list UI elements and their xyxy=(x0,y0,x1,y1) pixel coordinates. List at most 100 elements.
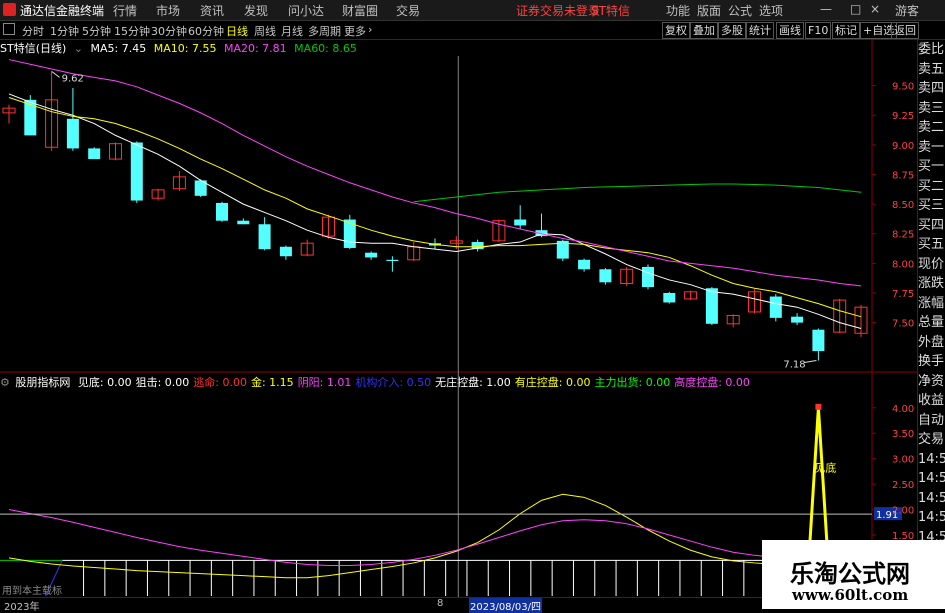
crosshair-date: 2023/08/03/四 xyxy=(469,598,543,613)
quote-panel-row[interactable]: 交易 xyxy=(918,430,945,450)
menu-quotes[interactable]: 行情 xyxy=(113,2,137,19)
quote-panel-row[interactable]: 买三 xyxy=(918,196,945,216)
price-tick-label: 8.50 xyxy=(892,200,914,211)
price-tick-label: 8.75 xyxy=(892,170,914,181)
overlay-button[interactable]: 叠加 xyxy=(690,22,718,39)
indicator-value-8: 主力出货: 0.00 xyxy=(594,376,671,389)
tab-period-multi[interactable]: 多周期 xyxy=(308,23,341,39)
menu-wealth[interactable]: 财富圈 xyxy=(342,2,378,19)
quote-panel-row[interactable]: 换手 xyxy=(918,352,945,372)
quote-panel-row[interactable]: 卖一 xyxy=(918,138,945,158)
indicator-value-6: 无庄控盘: 1.00 xyxy=(435,376,511,389)
chevron-right-icon[interactable]: › xyxy=(368,23,372,36)
indicator-title: 股朋指标网 xyxy=(15,376,71,389)
menu-ask[interactable]: 问小达 xyxy=(288,2,324,19)
tab-period-15min[interactable]: 15分钟 xyxy=(114,23,150,39)
tab-period-more[interactable]: 更多 xyxy=(344,23,366,39)
candle-up xyxy=(854,306,868,334)
close-icon[interactable]: × xyxy=(870,2,880,16)
candle-down xyxy=(216,202,228,221)
adjust-button[interactable]: 复权 xyxy=(662,22,690,39)
multi-stock-button[interactable]: 多股 xyxy=(718,22,746,39)
mark-button[interactable]: 标记 xyxy=(832,22,860,39)
tab-period-fenshi[interactable]: 分时 xyxy=(22,23,44,39)
quote-panel-row[interactable]: 卖三 xyxy=(918,99,945,119)
candle-up xyxy=(109,143,122,160)
quote-panel-row[interactable]: 总量 xyxy=(918,313,945,333)
settings-icon[interactable]: ⚙ xyxy=(0,376,10,389)
candle-up xyxy=(322,216,335,237)
menu-function[interactable]: 功能 xyxy=(666,2,690,19)
main-chart-info: ST特信(日线) ⌄ MA5: 7.45 MA10: 7.55 MA20: 7.… xyxy=(0,40,361,56)
quote-panel-row[interactable]: 自动 xyxy=(918,411,945,431)
login-notice[interactable]: 证券交易未登录 xyxy=(516,2,600,19)
candle-up xyxy=(833,299,847,333)
menu-discover[interactable]: 发现 xyxy=(244,2,268,19)
candle-down xyxy=(24,99,37,136)
draw-button[interactable]: 画线 xyxy=(776,22,804,39)
toggle-icon[interactable] xyxy=(3,23,15,35)
quote-panel-row[interactable]: 卖四 xyxy=(918,79,945,99)
f10-button[interactable]: F10 xyxy=(805,22,832,39)
indicator-value-4: 阴阳: 1.01 xyxy=(297,376,352,389)
quote-panel-row[interactable]: 14:56 xyxy=(918,450,945,470)
tab-period-5min[interactable]: 5分钟 xyxy=(82,23,111,39)
tab-period-weekly[interactable]: 周线 xyxy=(254,23,276,39)
menu-news[interactable]: 资讯 xyxy=(200,2,224,19)
menu-trade[interactable]: 交易 xyxy=(396,2,420,19)
quote-panel-row[interactable]: 14:56 xyxy=(918,508,945,528)
candle-down xyxy=(663,292,676,303)
quote-panel-row[interactable]: 卖五 xyxy=(918,60,945,80)
quote-panel-row[interactable]: 卖二 xyxy=(918,118,945,138)
menu-options[interactable]: 选项 xyxy=(759,2,783,19)
ind-tick-label: 2.50 xyxy=(892,480,914,491)
quote-panel-row[interactable]: 现价 xyxy=(918,255,945,275)
price-tick-label: 9.50 xyxy=(892,82,914,93)
quote-panel-row[interactable]: 买五 xyxy=(918,235,945,255)
price-tick-label: 9.00 xyxy=(892,141,914,152)
tab-period-30min[interactable]: 30分钟 xyxy=(151,23,187,39)
price-tick-label: 8.25 xyxy=(892,230,914,241)
tab-period-daily[interactable]: 日线 xyxy=(226,23,248,39)
minimize-icon[interactable]: — xyxy=(820,2,832,16)
indicator-value-2: 逃命: 0.00 xyxy=(193,376,247,389)
candle-down xyxy=(769,296,782,318)
quote-panel-row[interactable]: 买四 xyxy=(918,216,945,236)
quote-panel-row[interactable]: 净资 xyxy=(918,372,945,392)
quote-panel-row[interactable]: 涨跌 xyxy=(918,274,945,294)
candle-down xyxy=(514,219,527,226)
guest-label[interactable]: 游客 xyxy=(895,2,919,19)
stats-button[interactable]: 统计 xyxy=(746,22,774,39)
candle-down xyxy=(365,252,378,258)
quote-panel-row[interactable]: 买一 xyxy=(918,157,945,177)
back-button[interactable]: 返回 xyxy=(891,22,919,39)
quote-panel-row[interactable]: 14:56 xyxy=(918,469,945,489)
indicator-info: ⚙ 股朋指标网 见底: 0.00 狙击: 0.00 逃命: 0.00 金: 1.15 阴… xyxy=(0,374,758,390)
current-value-label: 1.91 xyxy=(876,510,898,521)
date-tick: 8 xyxy=(437,598,444,609)
quote-panel-row[interactable]: 收益 xyxy=(918,391,945,411)
candle-down xyxy=(812,329,825,352)
quote-panel-row[interactable]: 外盘 xyxy=(918,333,945,353)
signal-dot xyxy=(815,403,822,410)
quote-panel-row[interactable]: 买二 xyxy=(918,177,945,197)
candle-up xyxy=(151,189,165,199)
candle-down xyxy=(471,242,484,250)
menu-formula[interactable]: 公式 xyxy=(728,2,752,19)
menu-market[interactable]: 市场 xyxy=(156,2,180,19)
quote-panel-row[interactable]: 涨幅 xyxy=(918,294,945,314)
chevron-down-icon[interactable]: ⌄ xyxy=(74,42,83,55)
quote-panel-row[interactable]: 14:56 xyxy=(918,489,945,509)
tab-period-1min[interactable]: 1分钟 xyxy=(50,23,79,39)
candle-up xyxy=(45,99,59,148)
low-marker-label: 7.18 xyxy=(783,360,805,371)
tab-period-monthly[interactable]: 月线 xyxy=(281,23,303,39)
ma10-line xyxy=(8,96,862,318)
candle-up xyxy=(684,291,698,300)
app-title: 通达信金融终端 xyxy=(20,4,105,18)
candle-down xyxy=(578,259,591,270)
menu-layout[interactable]: 版面 xyxy=(697,2,721,19)
tab-period-60min[interactable]: 60分钟 xyxy=(188,23,224,39)
quote-panel-row[interactable]: 委比 xyxy=(918,40,945,60)
maximize-icon[interactable]: □ xyxy=(850,2,861,16)
